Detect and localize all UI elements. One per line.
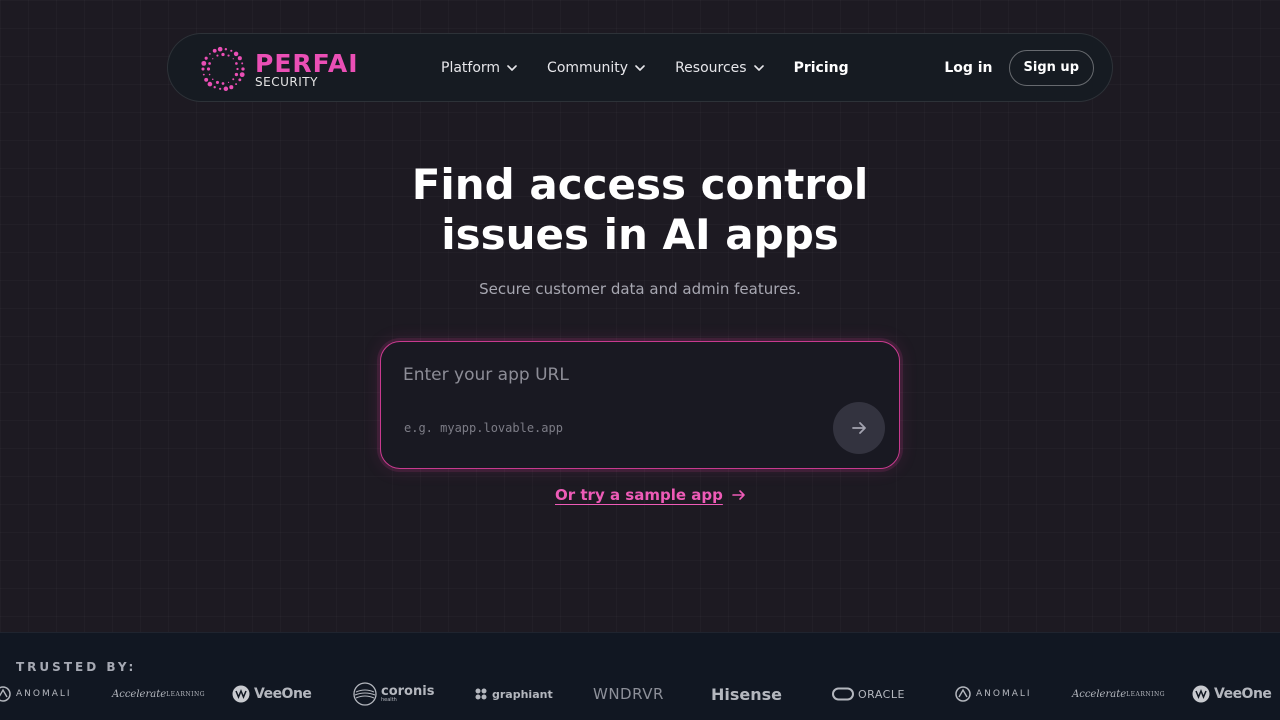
url-hint: e.g. myapp.lovable.app xyxy=(404,421,563,435)
login-link[interactable]: Log in xyxy=(944,60,992,76)
logo-text: Accelerate xyxy=(112,688,167,700)
logo-text: WNDRVR xyxy=(593,685,664,703)
perfai-logo[interactable]: PERFAI SECURITY xyxy=(199,45,359,93)
logo-text: Accelerate xyxy=(1072,688,1127,700)
logo-text: VeeOne xyxy=(1214,686,1272,702)
nav-item-label: Pricing xyxy=(793,59,849,76)
logo-text: VeeOne xyxy=(254,686,312,702)
veeone-logo-icon xyxy=(232,685,250,703)
submit-url-button[interactable] xyxy=(833,402,885,454)
oracle-logo-icon xyxy=(832,687,854,701)
logo-text: ORACLE xyxy=(858,687,905,701)
hero-title: Find access control issues in AI apps xyxy=(0,160,1280,260)
arrow-right-icon xyxy=(852,422,866,434)
logo-name: PERFAI xyxy=(255,48,359,78)
trusted-by-section: TRUSTED BY: ANOMALI Accelerate LEARNING V… xyxy=(0,632,1280,720)
nav-links: Platform Community Resources Pricing xyxy=(441,34,878,101)
chevron-down-icon xyxy=(753,64,764,71)
sample-link-label: Or try a sample app xyxy=(555,486,723,504)
logo-text: graphiant xyxy=(492,687,553,701)
coronis-logo-icon xyxy=(353,682,377,706)
customer-logo-coronis: coronis health xyxy=(353,681,434,707)
try-sample-app-link[interactable]: Or try a sample app xyxy=(555,486,747,504)
perfai-logo-icon xyxy=(201,46,245,92)
anomali-logo-icon xyxy=(955,686,971,702)
customer-logo-anomali: ANOMALI xyxy=(954,681,1032,707)
logo-text: ANOMALI xyxy=(976,689,1032,699)
trusted-by-label: TRUSTED BY: xyxy=(16,660,137,674)
veeone-logo-icon xyxy=(1192,685,1210,703)
customer-logo-graphiant: graphiant xyxy=(474,681,553,707)
customer-logo-accelerate: Accelerate LEARNING xyxy=(1072,681,1165,707)
customer-logo-veeone: VeeOne xyxy=(232,681,312,707)
auth-actions: Log in Sign up xyxy=(944,34,1094,101)
app-url-input[interactable] xyxy=(403,362,843,388)
customer-logos: ANOMALI Accelerate LEARNING VeeOne coroni… xyxy=(0,681,1280,707)
nav-item-label: Resources xyxy=(675,59,747,76)
logo-text: ANOMALI xyxy=(16,689,72,699)
customer-logo-accelerate: Accelerate LEARNING xyxy=(112,681,205,707)
nav-item-label: Community xyxy=(547,59,629,76)
nav-item-pricing[interactable]: Pricing xyxy=(794,60,849,76)
signup-button[interactable]: Sign up xyxy=(1008,49,1094,86)
hero-subtitle: Secure customer data and admin features. xyxy=(479,280,801,298)
logo-text: Hisense xyxy=(711,684,783,704)
anomali-logo-icon xyxy=(0,686,11,702)
nav-item-platform[interactable]: Platform xyxy=(441,60,518,76)
hero-title-line-2: issues in AI apps xyxy=(441,210,839,259)
url-input-card: e.g. myapp.lovable.app xyxy=(380,341,900,469)
graphiant-logo-icon xyxy=(475,688,487,700)
logo-suffix: LEARNING xyxy=(166,690,206,698)
customer-logo-wndrvr: WNDRVR xyxy=(593,681,664,707)
logo-suffix: LEARNING xyxy=(1126,690,1166,698)
logo-tagline: health xyxy=(381,697,397,703)
nav-item-community[interactable]: Community xyxy=(547,60,646,76)
customer-logo-anomali: ANOMALI xyxy=(0,681,72,707)
customer-logo-veeone: VeeOne xyxy=(1192,681,1272,707)
top-navbar: PERFAI SECURITY Platform Community Resou… xyxy=(167,33,1113,102)
hero-title-line-1: Find access control xyxy=(411,160,869,209)
nav-item-label: Platform xyxy=(441,59,501,76)
chevron-down-icon xyxy=(635,64,645,71)
customer-logo-hisense: Hisense xyxy=(711,681,782,707)
nav-item-resources[interactable]: Resources xyxy=(675,60,765,76)
chevron-down-icon xyxy=(507,64,517,71)
customer-logo-oracle: ORACLE xyxy=(832,681,905,707)
arrow-right-icon xyxy=(732,490,745,500)
